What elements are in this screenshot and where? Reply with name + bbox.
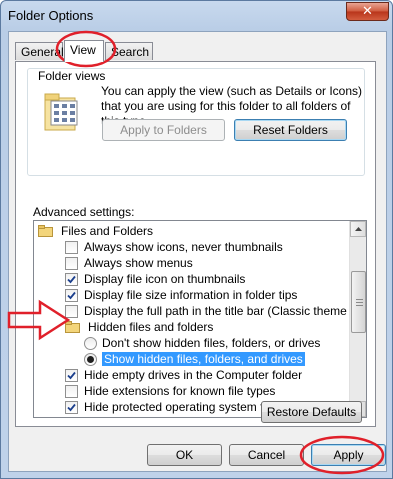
scrollbar-thumb[interactable]	[351, 271, 366, 333]
list-item-checkbox[interactable]: Display the full path in the title bar (…	[65, 303, 367, 319]
option-label: Display file size information in folder …	[84, 288, 298, 302]
checkmark-icon	[67, 371, 76, 379]
checkbox-unchecked[interactable]	[65, 384, 78, 398]
close-button[interactable]: ✕	[346, 2, 389, 21]
list-item-checkbox[interactable]: Hide empty drives in the Computer folder	[65, 367, 302, 383]
cancel-button[interactable]: Cancel	[229, 444, 304, 466]
folder-icon	[38, 225, 53, 237]
option-label: Always show menus	[84, 256, 193, 270]
option-label: Don't show hidden files, folders, or dri…	[102, 336, 321, 350]
checkmark-icon	[67, 275, 76, 283]
scroll-up-button[interactable]	[350, 221, 366, 237]
folder-label: Files and Folders	[61, 224, 154, 238]
tab-general[interactable]: General	[15, 42, 64, 60]
radio-selected[interactable]	[84, 352, 97, 366]
checkbox-unchecked[interactable]	[65, 256, 78, 270]
checkmark-icon	[67, 403, 76, 411]
option-label: Hide extensions for known file types	[84, 384, 276, 398]
checkbox-unchecked[interactable]	[65, 240, 78, 254]
restore-defaults-button[interactable]: Restore Defaults	[261, 401, 362, 423]
close-icon: ✕	[362, 4, 373, 19]
option-label: Display file icon on thumbnails	[84, 272, 246, 286]
checkbox-checked[interactable]	[65, 400, 78, 414]
tab-view-label: View	[70, 43, 96, 57]
advanced-settings-list[interactable]: Files and Folders Always show icons, nev…	[33, 220, 367, 418]
checkbox-checked[interactable]	[65, 368, 78, 382]
scroll-up-icon	[354, 227, 362, 231]
vertical-scrollbar[interactable]	[349, 221, 366, 417]
tab-general-label: General	[21, 45, 64, 59]
radio-dot-icon	[87, 355, 94, 363]
advanced-settings-label: Advanced settings:	[33, 205, 135, 219]
title-bar[interactable]: Folder Options ✕	[1, 1, 392, 31]
apply-to-folders-button[interactable]: Apply to Folders	[102, 119, 225, 141]
list-item-checkbox[interactable]: Always show icons, never thumbnails	[65, 239, 283, 255]
option-label: Always show icons, never thumbnails	[84, 240, 283, 254]
reset-folders-button[interactable]: Reset Folders	[234, 119, 347, 141]
list-item-checkbox[interactable]: Display file size information in folder …	[65, 287, 297, 303]
checkbox-checked[interactable]	[65, 272, 78, 286]
folder-label: Hidden files and folders	[88, 320, 214, 334]
list-item-checkbox[interactable]: Hide extensions for known file types	[65, 383, 275, 399]
list-item-folder: Hidden files and folders	[65, 319, 213, 335]
folder-views-icon	[44, 93, 78, 131]
list-item-radio[interactable]: Show hidden files, folders, and drives	[84, 351, 305, 367]
list-item-folder: Files and Folders	[38, 223, 153, 239]
apply-button[interactable]: Apply	[311, 444, 386, 466]
tab-search-label: Search	[111, 45, 150, 59]
folder-icon	[65, 321, 80, 333]
folder-options-window: Folder Options ✕ General View Search Fol…	[0, 0, 393, 479]
folder-views-title: Folder views	[35, 69, 109, 83]
tab-search[interactable]: Search	[105, 42, 153, 60]
option-label: Display the full path in the title bar (…	[84, 304, 367, 318]
radio-unselected[interactable]	[84, 336, 97, 350]
list-item-checkbox[interactable]: Display file icon on thumbnails	[65, 271, 245, 287]
tab-view[interactable]: View	[64, 40, 104, 62]
list-item-checkbox[interactable]: Always show menus	[65, 255, 193, 271]
option-label-selected: Show hidden files, folders, and drives	[102, 352, 305, 366]
list-item-radio[interactable]: Don't show hidden files, folders, or dri…	[84, 335, 320, 351]
dialog-client: General View Search Folder views You can…	[8, 31, 387, 472]
checkbox-checked[interactable]	[65, 288, 78, 302]
ok-button[interactable]: OK	[147, 444, 222, 466]
checkbox-unchecked[interactable]	[65, 304, 78, 318]
option-label: Hide empty drives in the Computer folder	[84, 368, 303, 382]
checkmark-icon	[67, 291, 76, 299]
window-title: Folder Options	[8, 8, 94, 23]
